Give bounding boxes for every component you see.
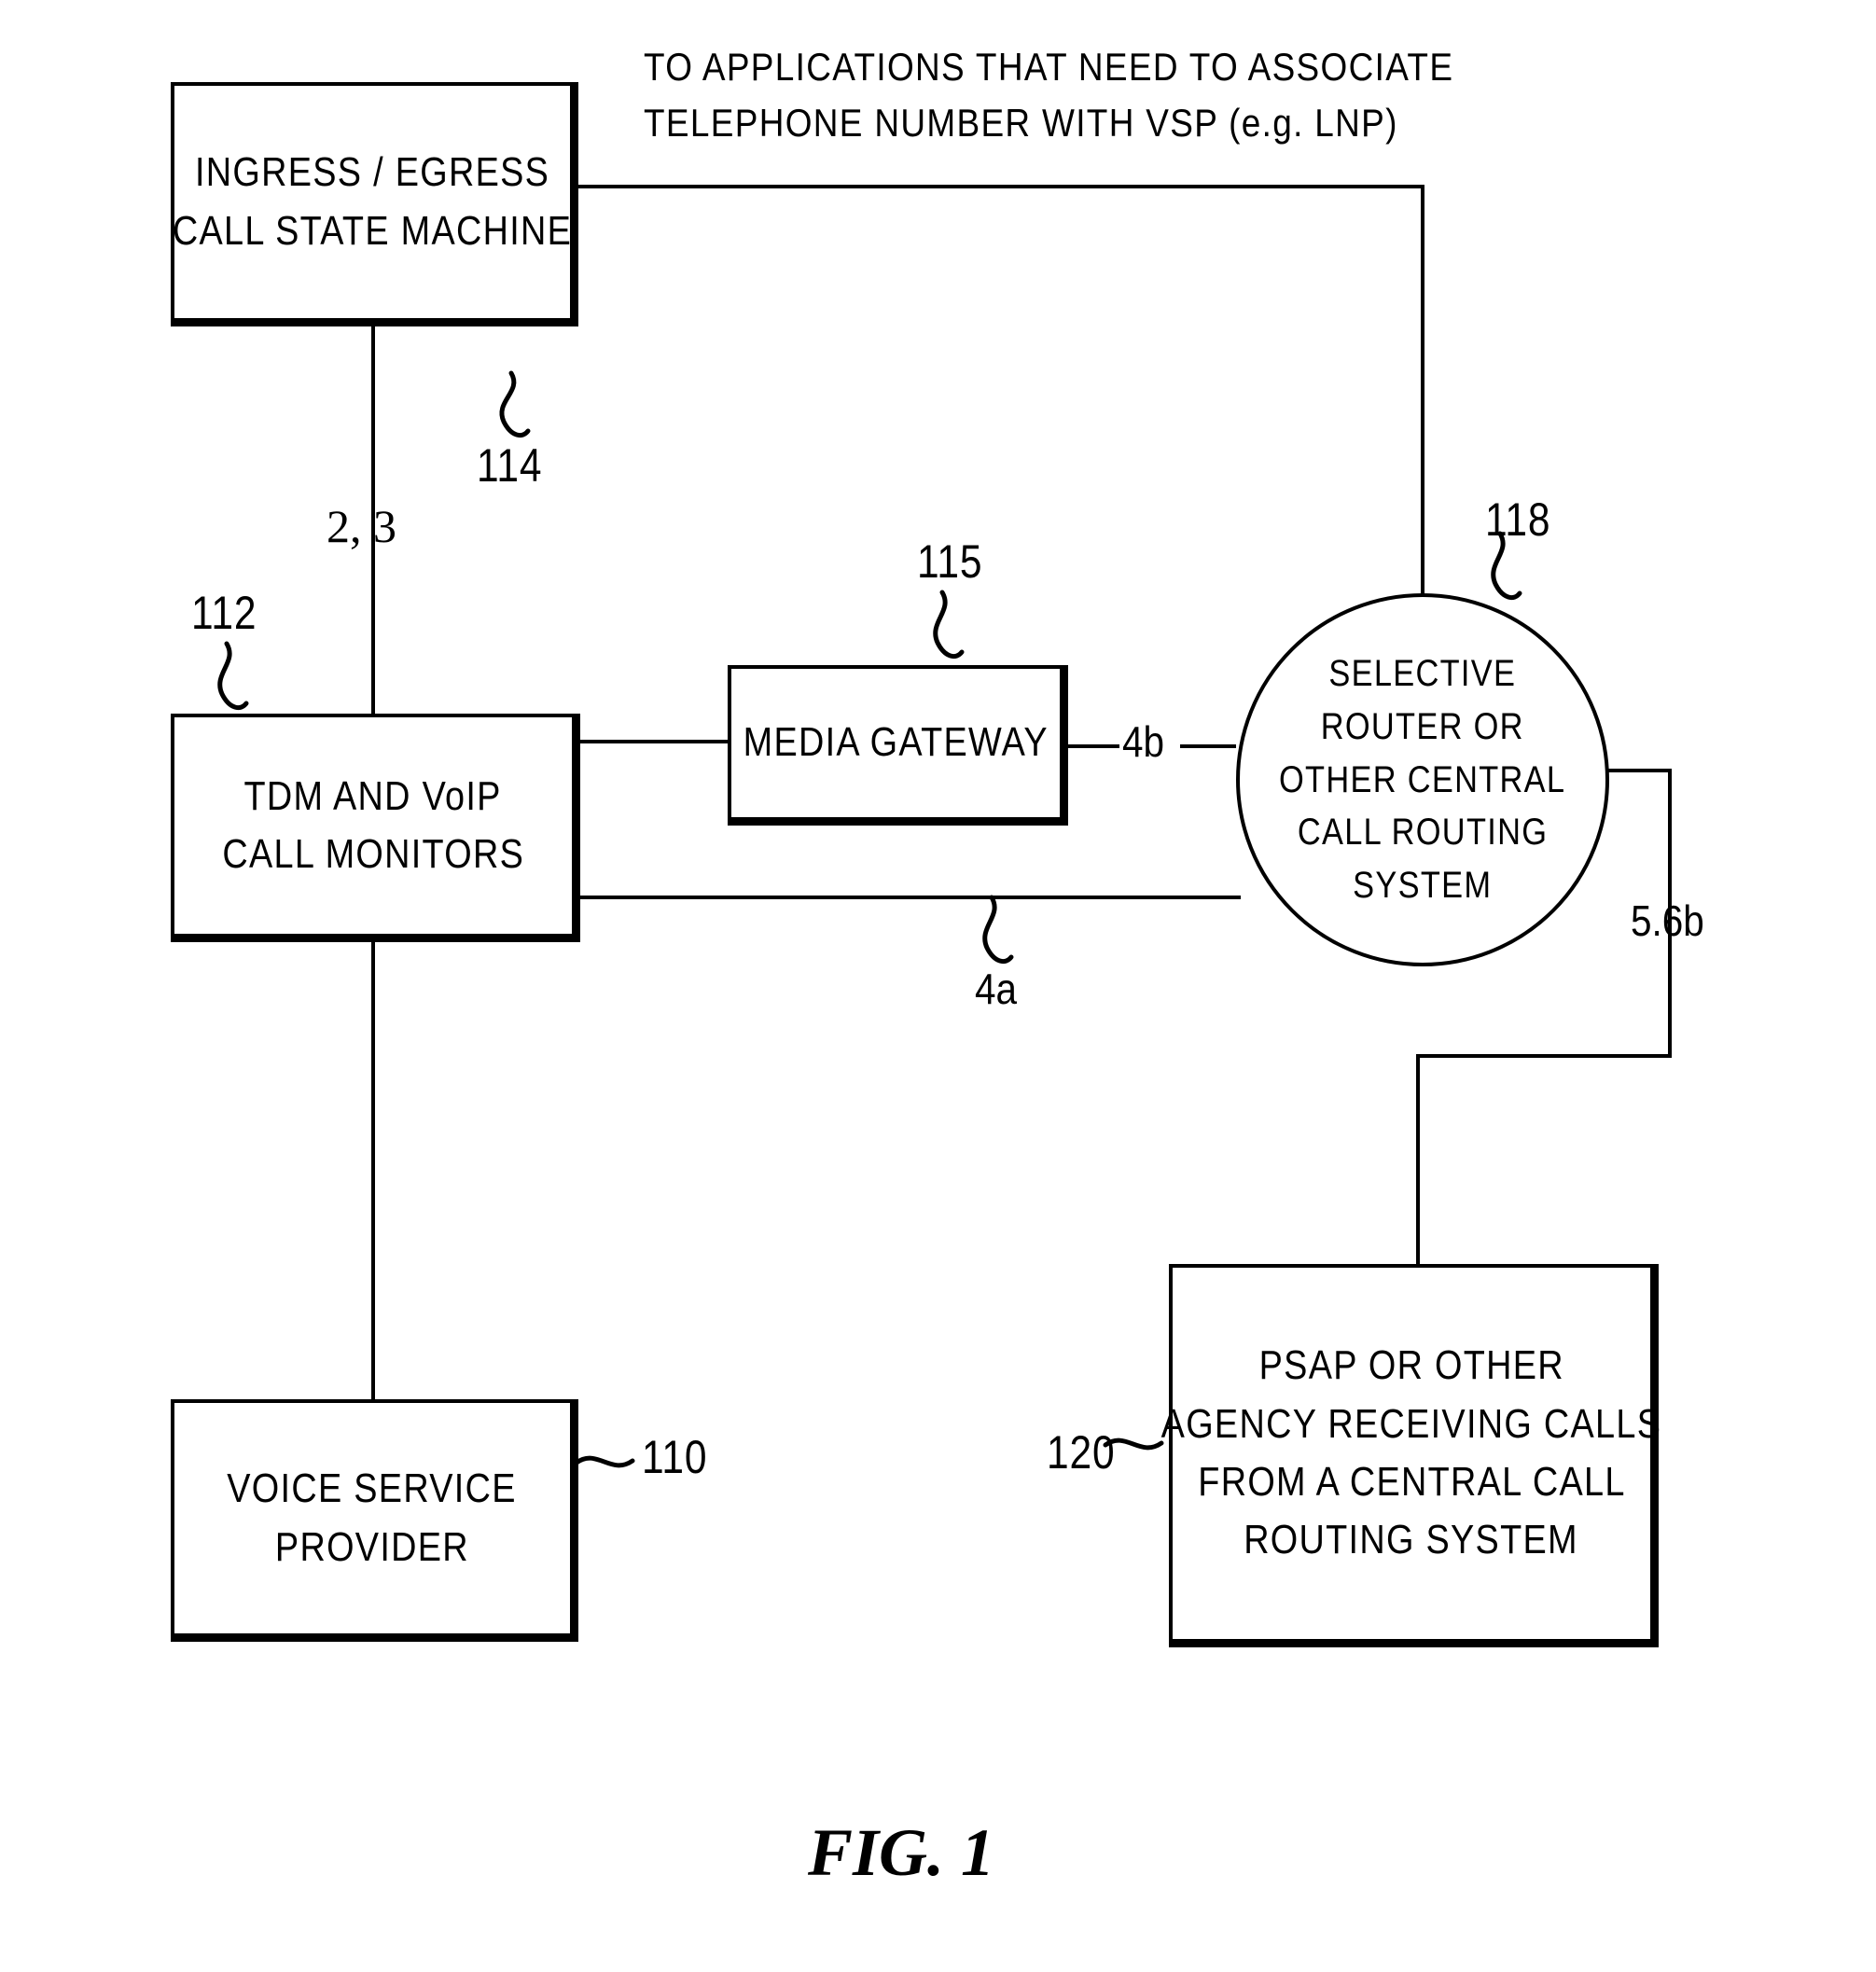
call-monitors-line1: TDM AND VoIP — [243, 772, 503, 819]
psap-line2: AGENCY RECEIVING CALLS — [1160, 1400, 1662, 1447]
patent-figure: TO APPLICATIONS THAT NEED TO ASSOCIATE T… — [0, 0, 1876, 1972]
call-state-machine-line2: CALL STATE MACHINE — [172, 207, 573, 254]
media-gateway-line1: MEDIA GATEWAY — [743, 719, 1049, 766]
leader-114 — [499, 370, 531, 438]
selective-router-line4: CALL ROUTING — [1297, 812, 1549, 854]
call-monitors-line2: CALL MONITORS — [222, 831, 524, 877]
ref-112: 112 — [191, 587, 257, 639]
ref-118: 118 — [1485, 493, 1551, 546]
node-call-state-machine[interactable]: INGRESS / EGRESS CALL STATE MACHINE — [171, 82, 574, 322]
node-psap[interactable]: PSAP OR OTHER AGENCY RECEIVING CALLS FRO… — [1161, 1264, 1661, 1643]
flow-label-5-6b: 5.6b — [1631, 896, 1704, 945]
leader-115 — [933, 590, 965, 660]
flow-label-4b: 4b — [1122, 717, 1165, 766]
header-note-line1: TO APPLICATIONS THAT NEED TO ASSOCIATE — [644, 45, 1454, 89]
header-note-line2: TELEPHONE NUMBER WITH VSP (e.g. LNP) — [644, 101, 1398, 145]
selective-router-line5: SYSTEM — [1353, 865, 1493, 907]
node-voice-service-provider[interactable]: VOICE SERVICE PROVIDER — [171, 1399, 574, 1637]
line-state-machine-to-router — [574, 185, 1424, 597]
leader-112 — [217, 641, 249, 711]
selective-router-line2: ROUTER OR — [1320, 705, 1525, 747]
psap-line1: PSAP OR OTHER — [1258, 1342, 1564, 1389]
flow-label-4a: 4a — [975, 965, 1018, 1013]
ref-115: 115 — [917, 535, 983, 588]
vsp-line2: PROVIDER — [275, 1523, 469, 1570]
figure-caption: FIG. 1 — [808, 1815, 995, 1890]
selective-router-line3: OTHER CENTRAL — [1279, 758, 1566, 800]
ref-110: 110 — [642, 1431, 708, 1483]
flow-label-2-3: 2, 3 — [327, 500, 396, 552]
psap-line4: ROUTING SYSTEM — [1244, 1517, 1579, 1563]
leader-4a — [982, 895, 1014, 965]
ref-120: 120 — [1047, 1426, 1116, 1479]
call-state-machine-line1: INGRESS / EGRESS — [194, 149, 550, 196]
leader-110 — [574, 1455, 635, 1468]
psap-line3: FROM A CENTRAL CALL — [1197, 1459, 1626, 1505]
vsp-line1: VOICE SERVICE — [227, 1465, 518, 1512]
selective-router-line1: SELECTIVE — [1328, 653, 1517, 694]
node-selective-router[interactable]: SELECTIVE ROUTER OR OTHER CENTRAL CALL R… — [1236, 593, 1609, 966]
node-media-gateway[interactable]: MEDIA GATEWAY — [728, 665, 1063, 821]
ref-114: 114 — [477, 439, 543, 492]
node-call-monitors[interactable]: TDM AND VoIP CALL MONITORS — [171, 714, 576, 937]
